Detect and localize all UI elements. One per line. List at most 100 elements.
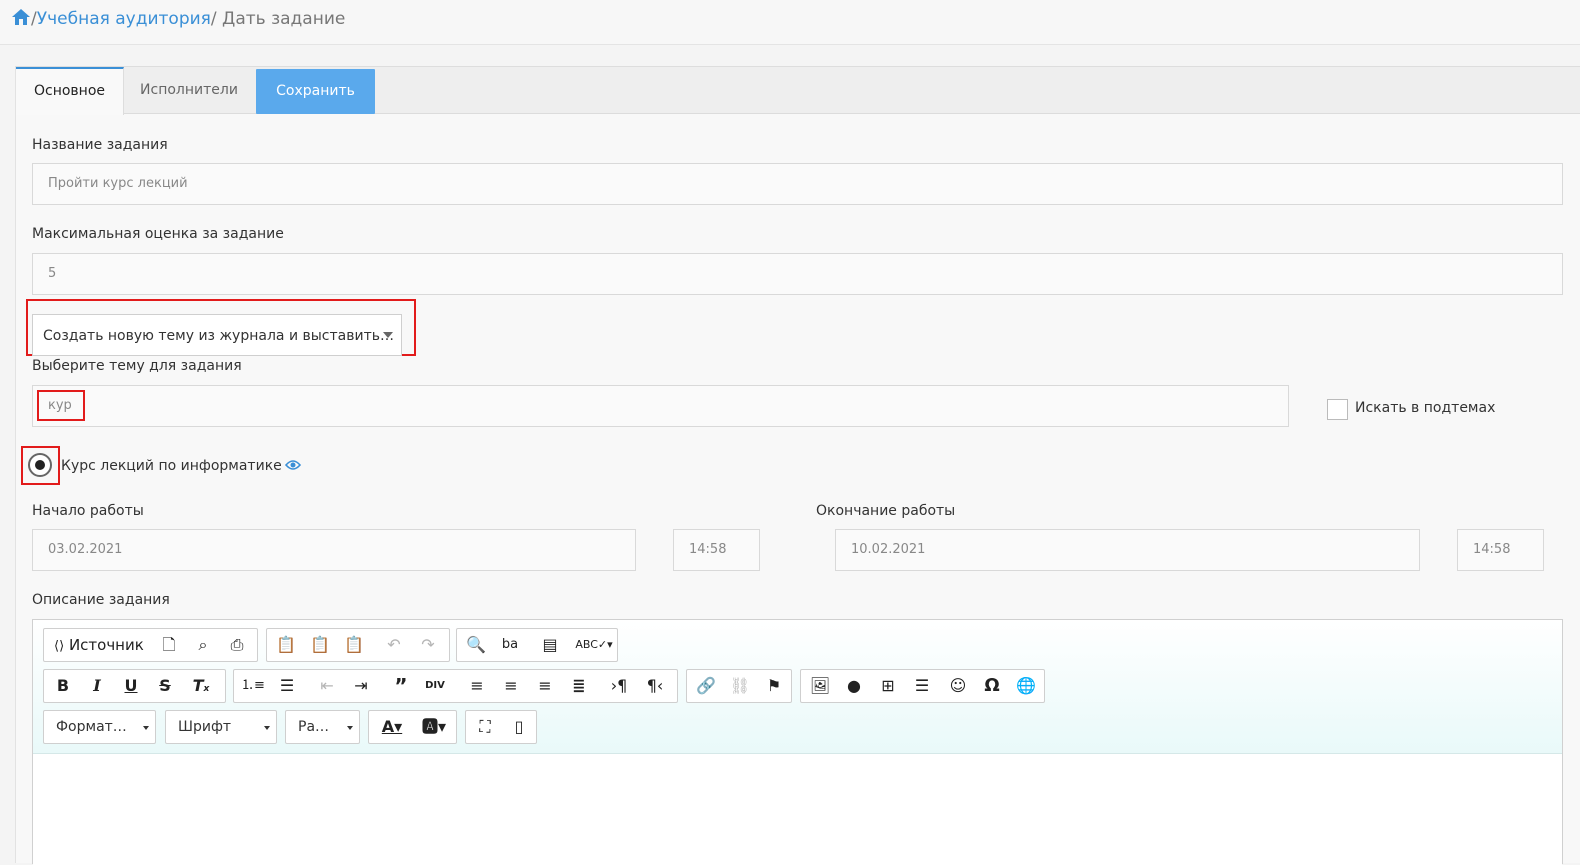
- outdent-icon[interactable]: ⇤: [310, 670, 344, 702]
- toolbar-group-tools: ⛶ ▯: [465, 710, 537, 744]
- div-container-icon[interactable]: DIV: [418, 670, 452, 702]
- align-left-icon[interactable]: ≡: [460, 670, 494, 702]
- editor-content-area[interactable]: [33, 755, 1562, 865]
- table-icon[interactable]: ⊞: [871, 670, 905, 702]
- bulleted-list-icon[interactable]: ☰: [270, 670, 304, 702]
- max-grade-label: Максимальная оценка за задание: [32, 226, 284, 242]
- breadcrumb-separator: /: [210, 9, 217, 29]
- preview-icon[interactable]: ⌕: [186, 629, 220, 661]
- mode-select-value: Создать новую тему из журнала и выставит…: [43, 328, 394, 344]
- highlight-frame: [37, 390, 85, 421]
- flash-icon[interactable]: ●: [837, 670, 871, 702]
- task-panel: Основное Исполнители Сохранить Название …: [15, 66, 1580, 865]
- source-button[interactable]: ⟨⟩ Источник: [46, 629, 144, 661]
- max-grade-input[interactable]: 5: [32, 253, 1563, 295]
- source-icon: ⟨⟩: [54, 639, 65, 654]
- new-page-icon[interactable]: 🗋: [152, 629, 186, 661]
- paste-icon[interactable]: 📋: [269, 629, 303, 661]
- redo-icon[interactable]: ↷: [411, 629, 445, 661]
- topic-label: Выберите тему для задания: [32, 358, 242, 374]
- toolbar-group-search: 🔍 ba ▤ ABC✓▾: [456, 628, 618, 662]
- editor-toolbar: ⟨⟩ Источник 🗋 ⌕ ⎙ 📋 📋 📋 ↶ ↷ 🔍 ba ▤ ABC✓▾: [33, 620, 1562, 754]
- search-subtopics-label: Искать в подтемах: [1355, 400, 1496, 416]
- anchor-flag-icon[interactable]: ⚑: [757, 670, 791, 702]
- ltr-direction-icon[interactable]: ›¶: [602, 670, 636, 702]
- numbered-list-icon[interactable]: ⒈≡: [236, 670, 270, 702]
- format-combo-value: Формат…: [56, 719, 127, 735]
- horizontal-rule-icon[interactable]: ☰: [905, 670, 939, 702]
- chevron-down-icon: [143, 726, 149, 730]
- toolbar-group-paragraph: ⒈≡ ☰ ⇤ ⇥ ” DIV ≡ ≡ ≡ ≣ ›¶ ¶‹: [233, 669, 678, 703]
- save-button[interactable]: Сохранить: [256, 69, 375, 114]
- chevron-down-icon: [264, 726, 270, 730]
- image-icon[interactable]: 🖼: [803, 670, 837, 702]
- remove-format-icon[interactable]: Tx: [184, 670, 218, 702]
- show-blocks-icon[interactable]: ▯: [502, 711, 536, 743]
- font-combo[interactable]: Шрифт: [165, 710, 277, 744]
- text-color-icon[interactable]: A▾: [373, 711, 411, 743]
- find-icon[interactable]: 🔍: [459, 629, 493, 661]
- eye-icon[interactable]: [284, 459, 301, 471]
- search-subtopics-checkbox[interactable]: [1327, 399, 1348, 420]
- breadcrumb-link-classroom[interactable]: Учебная аудитория: [37, 9, 211, 29]
- blockquote-icon[interactable]: ”: [384, 670, 418, 702]
- chevron-down-icon: [383, 332, 393, 338]
- format-combo[interactable]: Формат…: [43, 710, 156, 744]
- link-icon[interactable]: 🔗: [689, 670, 723, 702]
- unlink-icon[interactable]: ⛓: [723, 670, 757, 702]
- background-color-icon[interactable]: 🅰▾: [415, 711, 453, 743]
- task-name-label: Название задания: [32, 137, 168, 153]
- breadcrumb: /Учебная аудитория/ Дать задание: [0, 0, 1580, 45]
- source-button-label: Источник: [68, 636, 144, 654]
- paste-text-icon[interactable]: 📋: [303, 629, 337, 661]
- tab-main[interactable]: Основное: [16, 67, 124, 115]
- start-time-input[interactable]: 14:58: [673, 529, 760, 571]
- toolbar-group-document: ⟨⟩ Источник 🗋 ⌕ ⎙: [43, 628, 258, 662]
- task-name-input[interactable]: Пройти курс лекций: [32, 163, 1563, 205]
- paste-word-icon[interactable]: 📋: [337, 629, 371, 661]
- smiley-icon[interactable]: ☺: [941, 670, 975, 702]
- maximize-icon[interactable]: ⛶: [468, 711, 502, 743]
- toolbar-group-basic-style: B I U S Tx: [43, 669, 226, 703]
- italic-icon[interactable]: I: [80, 670, 114, 702]
- topic-option-label: Курс лекций по информатике: [61, 458, 282, 474]
- indent-icon[interactable]: ⇥: [344, 670, 378, 702]
- undo-icon[interactable]: ↶: [377, 629, 411, 661]
- replace-icon[interactable]: ba: [493, 629, 527, 661]
- spellcheck-icon[interactable]: ABC✓▾: [573, 629, 615, 661]
- topic-radio[interactable]: [28, 453, 52, 477]
- topic-search-input[interactable]: кур: [32, 385, 1289, 427]
- mode-select[interactable]: Создать новую тему из журнала и выставит…: [32, 314, 402, 356]
- size-combo[interactable]: Ра…: [285, 710, 360, 744]
- tab-bar: Основное Исполнители Сохранить: [16, 67, 1580, 115]
- align-right-icon[interactable]: ≡: [528, 670, 562, 702]
- start-label: Начало работы: [32, 503, 144, 519]
- description-label: Описание задания: [32, 592, 170, 608]
- breadcrumb-current: Дать задание: [222, 9, 346, 29]
- home-icon[interactable]: [11, 8, 31, 26]
- size-combo-value: Ра…: [298, 719, 330, 735]
- strikethrough-icon[interactable]: S: [148, 670, 182, 702]
- end-time-input[interactable]: 14:58: [1457, 529, 1544, 571]
- end-label: Окончание работы: [816, 503, 956, 519]
- iframe-globe-icon[interactable]: 🌐: [1009, 670, 1043, 702]
- special-char-icon[interactable]: Ω: [975, 670, 1009, 702]
- start-date-input[interactable]: 03.02.2021: [32, 529, 636, 571]
- rtl-direction-icon[interactable]: ¶‹: [638, 670, 672, 702]
- toolbar-group-clipboard: 📋 📋 📋 ↶ ↷: [266, 628, 450, 662]
- align-center-icon[interactable]: ≡: [494, 670, 528, 702]
- underline-icon[interactable]: U: [114, 670, 148, 702]
- tab-executors[interactable]: Исполнители: [124, 67, 254, 114]
- topic-option[interactable]: Курс лекций по информатике: [61, 458, 301, 474]
- select-all-icon[interactable]: ▤: [533, 629, 567, 661]
- bold-icon[interactable]: B: [46, 670, 80, 702]
- chevron-down-icon: [347, 726, 353, 730]
- print-icon[interactable]: ⎙: [220, 629, 254, 661]
- font-combo-value: Шрифт: [178, 719, 232, 735]
- toolbar-group-insert: 🖼 ● ⊞ ☰ ☺ Ω 🌐: [800, 669, 1045, 703]
- toolbar-group-links: 🔗 ⛓ ⚑: [686, 669, 792, 703]
- toolbar-group-colors: A▾ 🅰▾: [368, 710, 457, 744]
- rich-text-editor: ⟨⟩ Источник 🗋 ⌕ ⎙ 📋 📋 📋 ↶ ↷ 🔍 ba ▤ ABC✓▾: [32, 619, 1563, 865]
- end-date-input[interactable]: 10.02.2021: [835, 529, 1420, 571]
- justify-icon[interactable]: ≣: [562, 670, 596, 702]
